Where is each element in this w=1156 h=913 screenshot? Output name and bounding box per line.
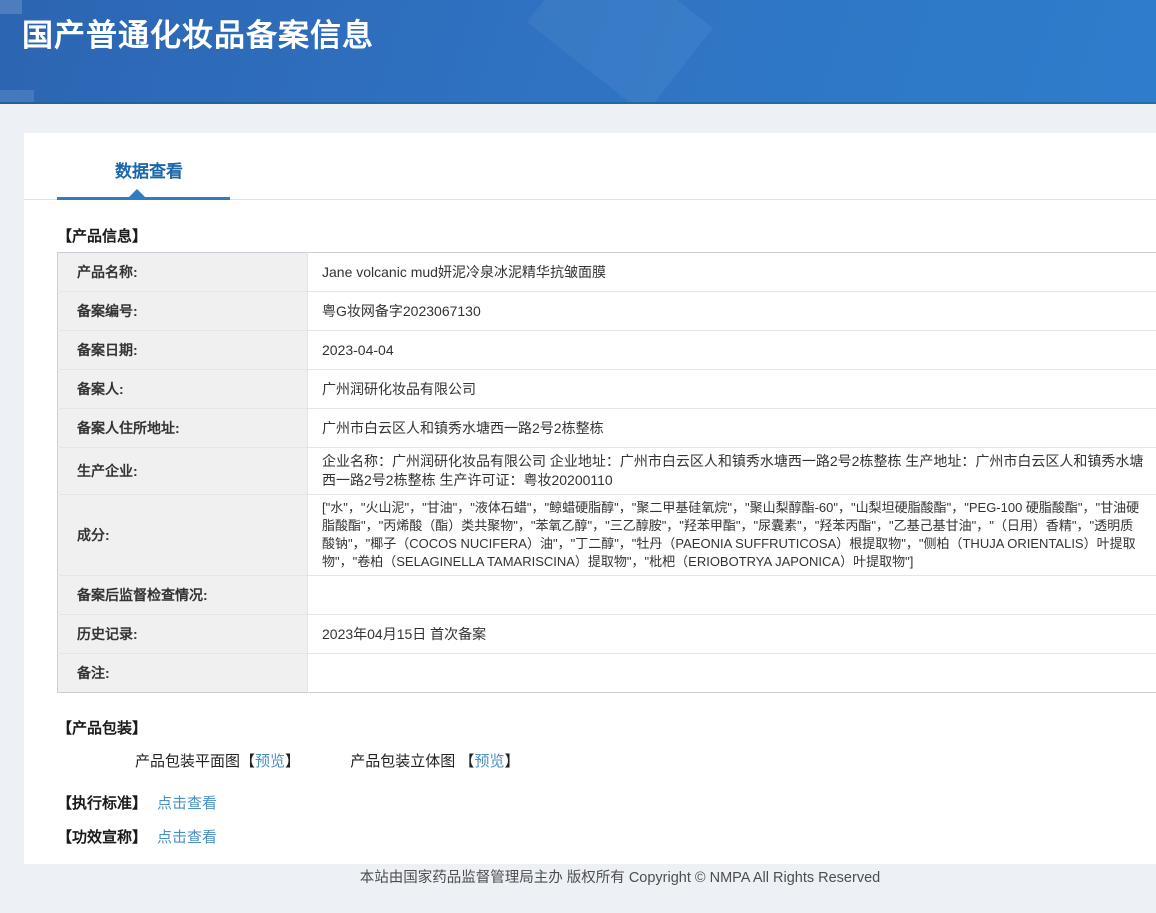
row-label: 备案日期: <box>58 331 308 370</box>
product-info-table: 产品名称: Jane volcanic mud妍泥冷泉冰泥精华抗皱面膜 备案编号… <box>57 252 1156 693</box>
page-footer: 本站由国家药品监督管理局主办 版权所有 Copyright © NMPA All… <box>0 866 1156 887</box>
row-label: 成分: <box>58 495 308 576</box>
table-row-registrant: 备案人: 广州润研化妆品有限公司 <box>58 370 1156 409</box>
preview-link-stereo[interactable]: 预览 <box>474 753 504 770</box>
row-label: 备注: <box>58 654 308 693</box>
section-title-product-info: 【产品信息】 <box>57 225 1156 246</box>
table-row-ingredients: 成分: ["水"，"火山泥"，"甘油"，"液体石蜡"，"鲸蜡硬脂醇"，"聚二甲基… <box>58 495 1156 576</box>
table-row-registrant-address: 备案人住所地址: 广州市白云区人和镇秀水塘西一路2号2栋整栋 <box>58 409 1156 448</box>
section-title-standards: 【执行标准】 <box>57 795 147 812</box>
tab-underline <box>24 197 1156 200</box>
section-title-packaging: 【产品包装】 <box>57 717 1156 738</box>
row-value <box>308 654 1156 693</box>
content-card: 数据查看 【产品信息】 产品名称: Jane volcanic mud妍泥冷泉冰… <box>24 133 1156 864</box>
page-title: 国产普通化妆品备案信息 <box>22 10 374 55</box>
row-value: 2023-04-04 <box>308 331 1156 370</box>
row-value: Jane volcanic mud妍泥冷泉冰泥精华抗皱面膜 <box>308 253 1156 292</box>
table-row-product-name: 产品名称: Jane volcanic mud妍泥冷泉冰泥精华抗皱面膜 <box>58 253 1156 292</box>
active-tab-arrow-icon <box>129 189 145 197</box>
table-row-history: 历史记录: 2023年04月15日 首次备案 <box>58 615 1156 654</box>
row-label: 历史记录: <box>58 615 308 654</box>
banner-decoration <box>527 0 713 104</box>
row-value: 广州市白云区人和镇秀水塘西一路2号2栋整栋 <box>308 409 1156 448</box>
section-title-efficacy: 【功效宣称】 <box>57 829 147 846</box>
packaging-previews: 产品包装平面图【预览】 产品包装立体图 【预览】 <box>135 750 1156 771</box>
row-label: 备案人: <box>58 370 308 409</box>
row-value: 粤G妆网备字2023067130 <box>308 292 1156 331</box>
bracket-open: 【 <box>459 753 474 770</box>
packaging-flat-label: 产品包装平面图 <box>135 753 240 770</box>
row-label: 备案人住所地址: <box>58 409 308 448</box>
row-label: 生产企业: <box>58 448 308 495</box>
standards-link[interactable]: 点击查看 <box>157 795 217 812</box>
row-label: 产品名称: <box>58 253 308 292</box>
table-row-remarks: 备注: <box>58 654 1156 693</box>
banner-decoration <box>0 0 22 14</box>
table-row-manufacturer: 生产企业: 企业名称：广州润研化妆品有限公司 企业地址：广州市白云区人和镇秀水塘… <box>58 448 1156 495</box>
standards-row: 【执行标准】点击查看 <box>57 792 1156 813</box>
bracket-close: 】 <box>285 753 300 770</box>
tab-data-view[interactable]: 数据查看 <box>115 160 183 183</box>
row-label: 备案后监督检查情况: <box>58 576 308 615</box>
row-value: 广州润研化妆品有限公司 <box>308 370 1156 409</box>
row-value: 企业名称：广州润研化妆品有限公司 企业地址：广州市白云区人和镇秀水塘西一路2号2… <box>308 448 1156 495</box>
bracket-close: 】 <box>504 753 519 770</box>
table-row-supervision: 备案后监督检查情况: <box>58 576 1156 615</box>
packaging-flat-group: 产品包装平面图【预览】 <box>135 753 304 770</box>
packaging-stereo-label: 产品包装立体图 <box>350 753 455 770</box>
row-value <box>308 576 1156 615</box>
table-row-registration-date: 备案日期: 2023-04-04 <box>58 331 1156 370</box>
preview-link-flat[interactable]: 预览 <box>255 753 285 770</box>
banner-decoration <box>0 90 34 102</box>
table-row-registration-number: 备案编号: 粤G妆网备字2023067130 <box>58 292 1156 331</box>
bracket-open: 【 <box>240 753 255 770</box>
active-tab-indicator <box>57 197 230 200</box>
copyright-text: 本站由国家药品监督管理局主办 版权所有 Copyright © NMPA All… <box>360 870 880 886</box>
efficacy-link[interactable]: 点击查看 <box>157 829 217 846</box>
page-banner: 国产普通化妆品备案信息 <box>0 0 1156 104</box>
row-label: 备案编号: <box>58 292 308 331</box>
row-value: ["水"，"火山泥"，"甘油"，"液体石蜡"，"鲸蜡硬脂醇"，"聚二甲基硅氧烷"… <box>308 495 1156 576</box>
packaging-stereo-group: 产品包装立体图 【预览】 <box>350 753 519 770</box>
row-value: 2023年04月15日 首次备案 <box>308 615 1156 654</box>
efficacy-row: 【功效宣称】点击查看 <box>57 826 1156 847</box>
